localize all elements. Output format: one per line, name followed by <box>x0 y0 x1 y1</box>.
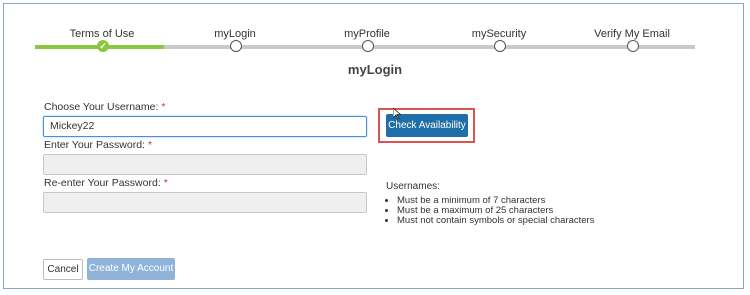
step-label-terms: Terms of Use <box>69 28 135 40</box>
username-label-text: Choose Your Username: <box>44 101 159 113</box>
cancel-button[interactable]: Cancel <box>43 259 83 280</box>
create-account-button[interactable]: Create My Account <box>87 258 175 280</box>
stepper-track <box>164 45 695 49</box>
step-dot-verify-email <box>627 40 639 52</box>
username-input[interactable]: Mickey22 <box>43 116 367 137</box>
progress-stepper: Terms of Use myLogin myProfile mySecurit… <box>0 0 750 60</box>
step-label-myprofile: myProfile <box>344 28 390 40</box>
password-label: Enter Your Password: * <box>44 139 152 151</box>
confirm-password-label-text: Re-enter Your Password: <box>44 177 161 189</box>
confirm-password-label: Re-enter Your Password: * <box>44 177 168 189</box>
step-label-verify-email: Verify My Email <box>594 28 670 40</box>
mouse-pointer-icon <box>393 108 401 120</box>
step-label-mysecurity: mySecurity <box>471 28 527 40</box>
page-title: myLogin <box>347 62 403 77</box>
username-label: Choose Your Username: * <box>44 101 166 113</box>
required-indicator: * <box>147 139 153 151</box>
step-dot-myprofile <box>362 40 374 52</box>
username-rules-title: Usernames: <box>386 181 440 192</box>
required-indicator: * <box>161 101 166 113</box>
password-label-text: Enter Your Password: <box>44 139 145 151</box>
password-input[interactable] <box>43 154 367 175</box>
confirm-password-input[interactable] <box>43 192 367 213</box>
username-input-value: Mickey22 <box>50 120 95 132</box>
step-dot-mylogin <box>230 40 242 52</box>
checkmark-icon: ✓ <box>99 41 107 51</box>
list-item: Must not contain symbols or special char… <box>397 216 594 226</box>
required-indicator: * <box>163 177 168 189</box>
username-rules-list: Must be a minimum of 7 characters Must b… <box>385 196 594 226</box>
step-dot-terms: ✓ <box>97 40 109 52</box>
step-dot-mysecurity <box>494 40 506 52</box>
step-label-mylogin: myLogin <box>214 28 256 40</box>
